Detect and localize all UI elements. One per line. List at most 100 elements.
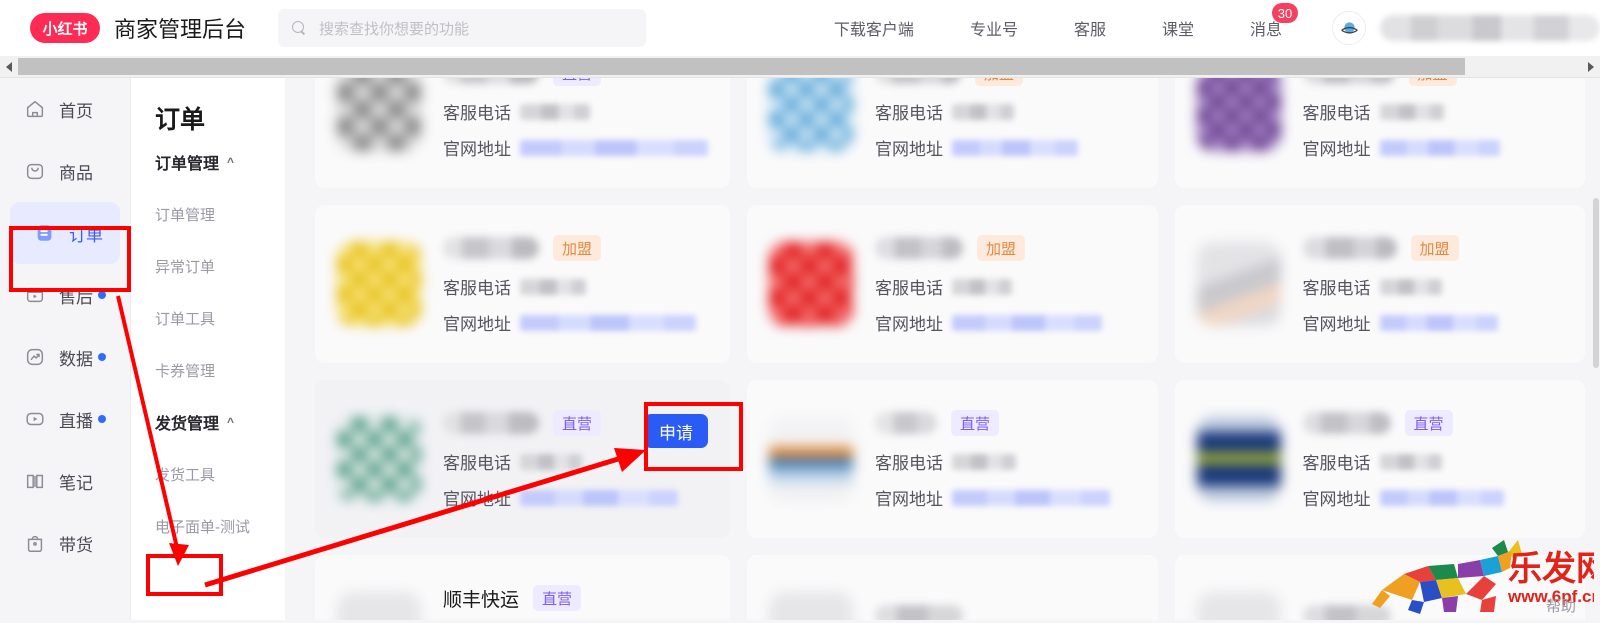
carrier-type-tag: 加盟	[1409, 78, 1457, 86]
scrollbar-track[interactable]	[18, 56, 1582, 78]
phone-value	[520, 454, 582, 470]
carrier-logo	[1197, 78, 1281, 151]
carrier-card[interactable]: 直营 客服电话 官网地址	[1175, 380, 1586, 538]
carrier-logo	[337, 417, 421, 501]
sidebar-subitem-shipping-tools[interactable]: 发货工具	[131, 448, 285, 500]
phone-label: 客服电话	[1303, 99, 1371, 124]
subitem-label: 订单管理	[155, 204, 215, 225]
website-value[interactable]	[520, 140, 708, 156]
phone-value	[952, 279, 1012, 295]
search-box[interactable]: 搜索查找你想要的功能	[278, 9, 646, 47]
website-value[interactable]	[952, 140, 1078, 156]
website-label: 官网地址	[875, 485, 943, 510]
sidebar-subitem-order-management[interactable]: 订单管理	[131, 188, 285, 240]
carrier-name	[1303, 412, 1391, 434]
carrier-card[interactable]: 客服电话	[747, 555, 1158, 620]
sidebar-item-orders[interactable]: 订单	[10, 202, 120, 264]
cart-icon	[24, 532, 46, 554]
sidebar-group-order-management[interactable]: 订单管理 ^	[131, 136, 285, 188]
carrier-name	[1303, 237, 1397, 259]
phone-row: 客服电话	[1303, 274, 1564, 299]
phone-row: 客服电话	[443, 449, 708, 474]
website-row: 官网地址	[875, 310, 1136, 335]
sidebar-item-notes[interactable]: 笔记	[0, 450, 130, 512]
carrier-card[interactable]: 加盟 客服电话 官网地址	[747, 78, 1158, 188]
chevron-up-icon: ^	[227, 416, 234, 428]
carrier-logo	[1197, 242, 1281, 326]
sidebar-label: 数据	[59, 345, 93, 370]
phone-value	[952, 104, 1014, 120]
horizontal-scrollbar[interactable]	[0, 56, 1600, 78]
vertical-scrollbar-thumb[interactable]	[1593, 198, 1599, 368]
body-area: 首页 商品 订单 售后 数据	[0, 78, 1600, 620]
sidebar-subitem-ewaybill-test[interactable]: 电子面单-测试	[131, 500, 285, 552]
phone-value	[1380, 279, 1442, 295]
website-value[interactable]	[1380, 140, 1500, 156]
website-value[interactable]	[1380, 490, 1504, 506]
sidebar-subitem-coupon-management[interactable]: 卡券管理	[131, 344, 285, 396]
subitem-label: 发货工具	[155, 464, 215, 485]
carrier-name	[1303, 78, 1395, 84]
sidebar-subitem-abnormal-orders[interactable]: 异常订单	[131, 240, 285, 292]
website-value[interactable]	[520, 490, 678, 506]
sidebar-item-data[interactable]: 数据	[0, 326, 130, 388]
carrier-card[interactable]: 直营 客服电话 官网地址	[747, 380, 1158, 538]
website-label: 官网地址	[875, 135, 943, 160]
carrier-card[interactable]: 顺丰快运 直营 客服电话 官网地址	[315, 555, 730, 620]
website-value[interactable]	[952, 315, 1102, 331]
carrier-card[interactable]: 加盟 客服电话 官网地址	[1175, 205, 1586, 363]
carrier-name	[875, 412, 937, 434]
carrier-card[interactable]: 直营 客服电话 官网地址	[315, 78, 730, 188]
carrier-name	[443, 78, 539, 84]
carrier-logo	[769, 417, 853, 501]
sidebar-subitem-order-tools[interactable]: 订单工具	[131, 292, 285, 344]
planet-icon[interactable]	[1332, 11, 1366, 45]
sidebar-item-live[interactable]: 直播	[0, 388, 130, 450]
topnav-item-messages[interactable]: 消息 30	[1250, 16, 1282, 40]
xiaohongshu-logo[interactable]: 小红书	[30, 13, 100, 43]
sidebar-item-products[interactable]: 商品	[0, 140, 130, 202]
topnav-item-class[interactable]: 课堂	[1162, 16, 1194, 40]
phone-label: 客服电话	[443, 274, 511, 299]
website-value[interactable]	[952, 490, 1110, 506]
apply-button[interactable]: 申请	[644, 414, 708, 448]
phone-label: 客服电话	[443, 449, 511, 474]
sidebar-group-shipping-management[interactable]: 发货管理 ^	[131, 396, 285, 448]
sidebar-label: 售后	[59, 283, 93, 308]
phone-label: 客服电话	[875, 99, 943, 124]
website-value[interactable]	[1380, 315, 1498, 331]
website-row: 官网地址	[1303, 310, 1564, 335]
subitem-label: 订单工具	[155, 308, 215, 329]
scroll-right-arrow-icon[interactable]	[1582, 56, 1600, 78]
topnav-item-download[interactable]: 下载客户端	[834, 16, 914, 40]
topnav-item-pro[interactable]: 专业号	[970, 16, 1018, 40]
sidebar-label: 带货	[59, 531, 93, 556]
sidebar-item-selling[interactable]: 带货	[0, 512, 130, 574]
avatar[interactable]	[1380, 15, 1600, 41]
carrier-card[interactable]: 加盟 客服电话 官网地址	[747, 205, 1158, 363]
subitem-label: 电子面单-测试	[155, 516, 250, 537]
sidebar-item-aftersales[interactable]: 售后	[0, 264, 130, 326]
website-label: 官网地址	[443, 485, 511, 510]
carrier-card-selected[interactable]: 直营 客服电话 官网地址 申请	[315, 380, 730, 538]
website-label: 官网地址	[875, 310, 943, 335]
search-input[interactable]: 搜索查找你想要的功能	[319, 18, 469, 39]
top-nav: 下载客户端 专业号 客服 课堂 消息 30	[806, 11, 1600, 45]
carrier-name	[875, 605, 963, 620]
carrier-logo	[337, 592, 421, 620]
phone-row: 客服电话	[875, 99, 1136, 124]
topnav-item-service[interactable]: 客服	[1074, 16, 1106, 40]
notification-dot	[98, 353, 106, 361]
website-value[interactable]	[520, 315, 696, 331]
carrier-logo	[1197, 592, 1281, 620]
carrier-name	[443, 237, 539, 259]
group-label: 订单管理	[155, 150, 219, 174]
carrier-card[interactable]: 加盟 客服电话 官网地址	[1175, 78, 1586, 188]
sidebar-label: 商品	[59, 159, 93, 184]
message-count-badge: 30	[1272, 3, 1298, 23]
scroll-left-arrow-icon[interactable]	[0, 56, 18, 78]
scrollbar-thumb[interactable]	[18, 58, 1465, 75]
sidebar-item-home[interactable]: 首页	[0, 78, 130, 140]
help-label[interactable]: 帮助	[1546, 595, 1576, 616]
carrier-card[interactable]: 加盟 客服电话 官网地址	[315, 205, 730, 363]
